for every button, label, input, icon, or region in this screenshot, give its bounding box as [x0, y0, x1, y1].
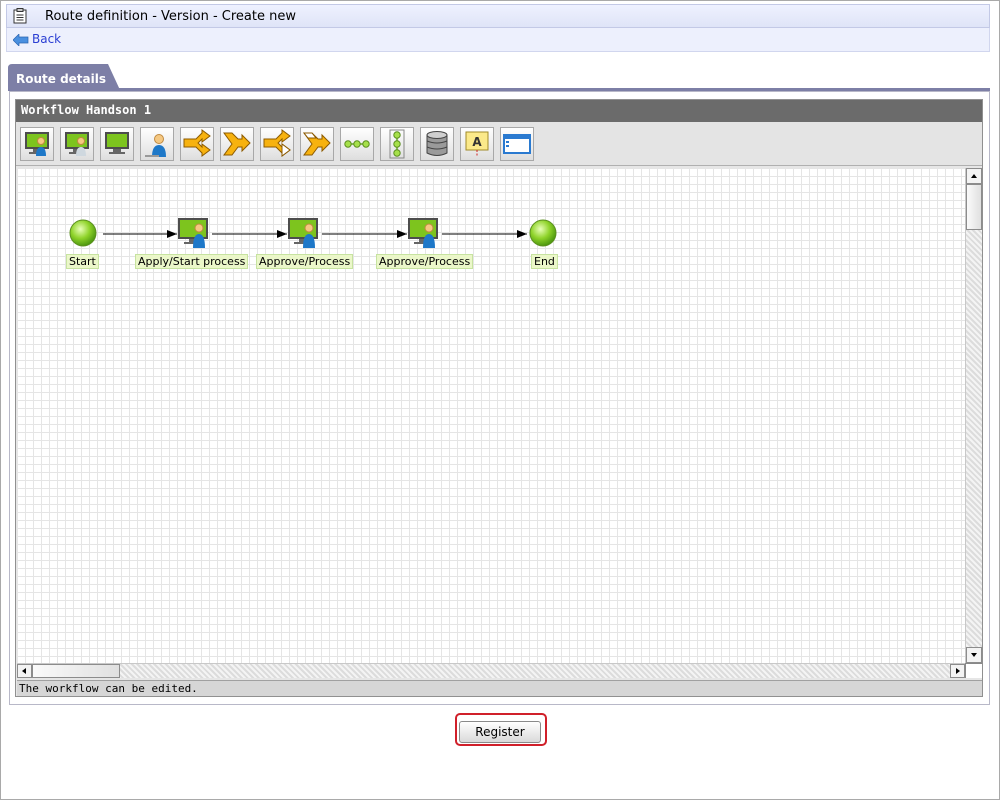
- task-node-icon[interactable]: [408, 218, 438, 248]
- scroll-down-button[interactable]: [966, 647, 982, 663]
- arrow-down-icon: [971, 653, 977, 657]
- tab-route-details-label[interactable]: Route details: [16, 72, 106, 86]
- vertical-chain-icon[interactable]: [380, 127, 414, 161]
- branch-end-icon[interactable]: [220, 127, 254, 161]
- end-node-icon[interactable]: [529, 219, 557, 247]
- user-node-icon[interactable]: [140, 127, 174, 161]
- display-node-icon[interactable]: [100, 127, 134, 161]
- register-button[interactable]: Register: [459, 721, 541, 743]
- comment-box-icon[interactable]: [500, 127, 534, 161]
- node-label-apply[interactable]: Apply/Start process: [135, 254, 249, 269]
- vertical-scrollbar[interactable]: [965, 168, 982, 663]
- arrow-right-icon: [956, 668, 960, 674]
- task-node-icon[interactable]: [178, 218, 208, 248]
- node-label-start[interactable]: Start: [66, 254, 99, 269]
- arrow-left-icon: [22, 668, 26, 674]
- task-node-icon[interactable]: [288, 218, 318, 248]
- horizontal-chain-icon[interactable]: [340, 127, 374, 161]
- label-icon[interactable]: A: [460, 127, 494, 161]
- editor-toolbar: A: [16, 122, 982, 166]
- back-bar: Back: [6, 28, 990, 52]
- page-title: Route definition - Version - Create new: [45, 9, 296, 24]
- node-label-end[interactable]: End: [531, 254, 558, 269]
- workflow-canvas[interactable]: Start Apply/Start process Approve/Proces…: [17, 168, 965, 663]
- approval-node-icon[interactable]: [60, 127, 94, 161]
- scroll-corner: [965, 663, 982, 678]
- workflow-diagram: [69, 218, 557, 248]
- back-link[interactable]: Back: [32, 32, 61, 46]
- database-icon[interactable]: [420, 127, 454, 161]
- split-start-icon[interactable]: [260, 127, 294, 161]
- split-end-icon[interactable]: [300, 127, 334, 161]
- scroll-right-button[interactable]: [950, 664, 965, 678]
- header-title-bar: Route definition - Version - Create new: [6, 4, 990, 28]
- status-bar: The workflow can be edited.: [17, 680, 982, 696]
- scroll-left-button[interactable]: [17, 664, 32, 678]
- node-label-approve-1[interactable]: Approve/Process: [256, 254, 354, 269]
- svg-text:A: A: [472, 135, 482, 149]
- horizontal-scrollbar[interactable]: [17, 663, 965, 678]
- start-node-icon[interactable]: [69, 219, 97, 247]
- horizontal-scroll-thumb[interactable]: [32, 664, 120, 678]
- workflow-title: Workflow Handson 1: [21, 103, 152, 117]
- back-arrow-icon[interactable]: [13, 34, 29, 46]
- branch-start-icon[interactable]: [180, 127, 214, 161]
- clipboard-icon: [13, 8, 27, 24]
- scroll-up-button[interactable]: [966, 168, 982, 184]
- node-label-approve-2[interactable]: Approve/Process: [376, 254, 474, 269]
- workflow-editor: Workflow Handson 1 A Start Apply/Start p…: [15, 99, 983, 697]
- status-text: The workflow can be edited.: [19, 682, 198, 695]
- arrow-up-icon: [971, 174, 977, 178]
- vertical-scroll-thumb[interactable]: [966, 184, 982, 230]
- process-node-icon[interactable]: [20, 127, 54, 161]
- workflow-title-bar: Workflow Handson 1: [16, 100, 982, 122]
